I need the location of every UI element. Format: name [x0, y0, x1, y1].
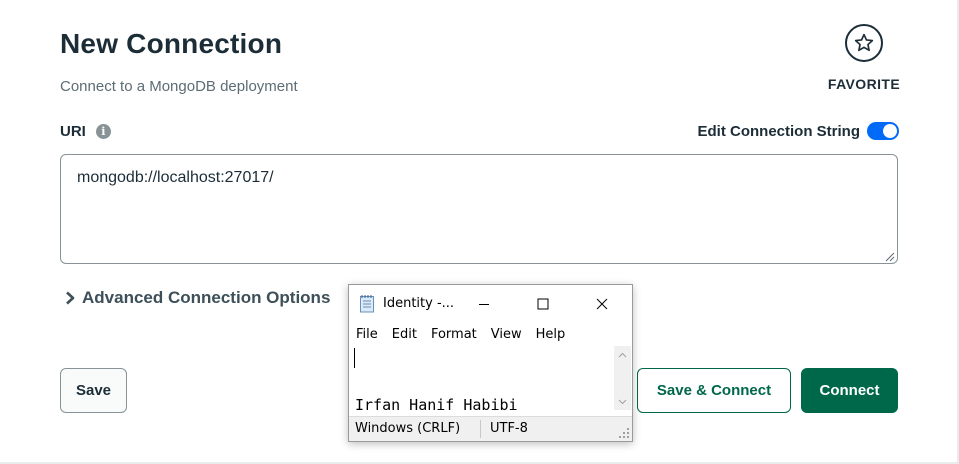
menu-view[interactable]: View [483, 325, 528, 345]
info-icon[interactable]: i [95, 124, 111, 139]
notepad-window: Identity -... File Edit Format View Help… [348, 284, 633, 442]
menu-edit[interactable]: Edit [384, 325, 423, 345]
page-title: New Connection [60, 28, 283, 59]
size-grip-icon[interactable] [619, 428, 630, 439]
notepad-title: Identity -... [383, 296, 455, 311]
edit-connection-toggle[interactable] [867, 122, 899, 140]
vertical-scrollbar[interactable] [614, 346, 631, 410]
close-icon[interactable] [591, 293, 613, 315]
notepad-icon [360, 295, 374, 313]
resize-grip-icon[interactable] [884, 251, 895, 262]
maximize-icon[interactable] [532, 293, 554, 315]
text-caret [354, 348, 355, 368]
text-line: Irfan Hanif Habibi [355, 396, 518, 410]
notepad-statusbar: Windows (CRLF) UTF-8 [349, 416, 632, 441]
minimize-icon[interactable] [473, 293, 495, 315]
favorite-label: FAVORITE [827, 76, 901, 92]
save-button[interactable]: Save [60, 368, 127, 413]
notepad-titlebar[interactable]: Identity -... [349, 285, 632, 323]
menu-file[interactable]: File [349, 325, 384, 345]
uri-input[interactable]: mongodb://localhost:27017/ [60, 154, 898, 264]
edit-connection-label: Edit Connection String [697, 122, 861, 140]
toggle-knob [883, 124, 897, 138]
edit-connection-string: Edit Connection String [697, 122, 899, 140]
scroll-down-icon[interactable] [614, 393, 631, 410]
connect-button[interactable]: Connect [801, 368, 898, 413]
advanced-options-toggle[interactable]: Advanced Connection Options [64, 288, 330, 308]
menu-format[interactable]: Format [423, 325, 483, 345]
uri-label-text: URI [60, 123, 86, 140]
scroll-up-icon[interactable] [614, 346, 631, 363]
status-encoding: UTF-8 [490, 421, 528, 436]
menu-help[interactable]: Help [528, 325, 572, 345]
page-subtitle: Connect to a MongoDB deployment [60, 78, 298, 95]
star-icon [845, 24, 883, 62]
favorite-button[interactable]: FAVORITE [822, 24, 906, 92]
status-separator [480, 420, 481, 438]
advanced-options-label: Advanced Connection Options [82, 288, 331, 307]
status-line-ending: Windows (CRLF) [355, 421, 461, 436]
notepad-text-area[interactable]: Irfan Hanif Habibi 215150701111025 [351, 346, 614, 410]
notepad-menubar: File Edit Format View Help [349, 325, 632, 345]
chevron-right-icon [64, 291, 76, 305]
save-and-connect-button[interactable]: Save & Connect [637, 368, 791, 413]
uri-label: URI i [60, 123, 111, 140]
